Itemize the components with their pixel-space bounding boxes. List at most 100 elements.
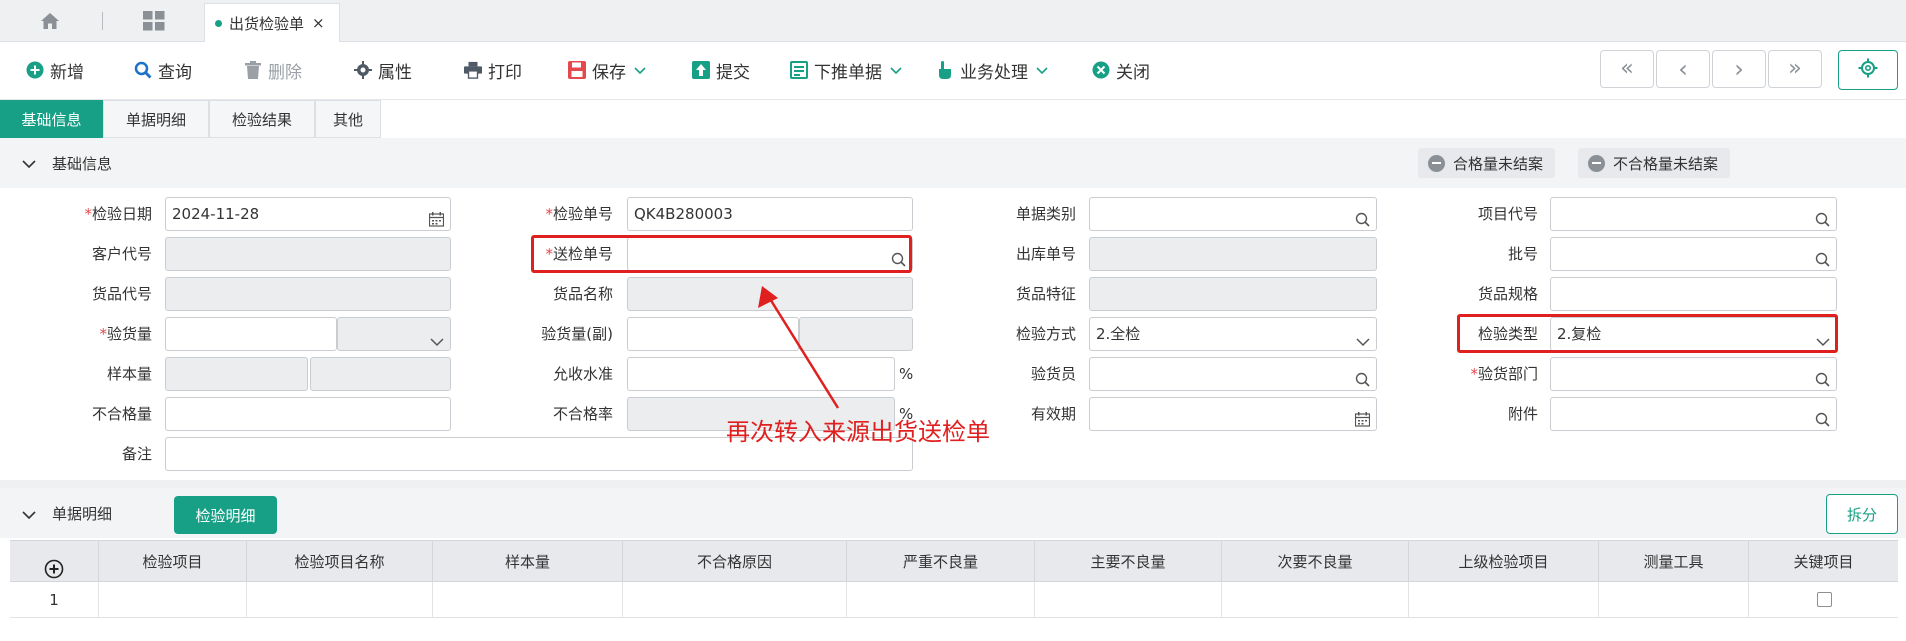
collapse-chevron-icon[interactable] [22,155,36,173]
annotation-arrow-icon [758,286,840,409]
minus-circle-icon [1428,154,1445,172]
search-icon[interactable] [1815,366,1830,390]
project-code-label: 项目代号 [1477,205,1538,223]
batch-no-field[interactable] [1550,237,1837,271]
sample-qty-field [165,357,308,391]
business-process-label: 业务处理 [960,62,1028,83]
goods-spec-field[interactable] [1550,277,1837,311]
sample-qty-label: 样本量 [106,365,152,383]
inspect-date-field[interactable]: 2024-11-28 [165,197,451,231]
gear-icon [354,61,372,79]
key-item-checkbox[interactable] [1817,592,1832,607]
valid-period-label: 有效期 [1030,405,1076,423]
unqualified-qty-field[interactable] [165,397,451,431]
save-button[interactable]: 保存 [568,56,646,84]
prev-record-button[interactable]: ‹ [1656,50,1710,88]
table-cell[interactable] [1221,582,1408,618]
accept-level-label: 允收水准 [552,365,613,383]
key-item-cell [1748,582,1898,618]
active-dot-icon [215,19,222,27]
push-down-button[interactable]: 下推单据 [790,56,902,84]
new-button[interactable]: 新增 [26,56,84,84]
inspect-method-select[interactable]: 2.全检 [1089,317,1377,351]
inspect-no-field[interactable]: QK4B280003 [627,197,913,231]
inspect-dept-field[interactable] [1550,357,1837,391]
query-button[interactable]: 查询 [134,56,192,84]
close-button[interactable]: 关闭 [1092,56,1150,84]
doc-tab-outgoing-inspection[interactable]: 出货检验单 × [204,3,340,42]
table-cell[interactable] [1598,582,1748,618]
tab-other[interactable]: 其他 [315,100,381,138]
business-process-button[interactable]: 业务处理 [936,56,1048,84]
settings-button[interactable] [1838,50,1898,90]
inspector-field[interactable] [1089,357,1377,391]
attachment-field[interactable] [1550,397,1837,431]
chevron-down-icon [430,326,444,350]
search-icon[interactable] [1355,366,1370,390]
annotation-text: 再次转入来源出货送检单 [726,418,990,446]
column-header: 严重不良量 [846,541,1034,583]
doc-tab-label: 出货检验单 [229,14,305,33]
row-index: 1 [49,591,59,609]
section-tabs: 基础信息 单据明细 检验结果 其他 [0,100,1906,138]
delete-label: 删除 [268,62,302,83]
batch-no-label: 批号 [1507,245,1538,263]
search-icon[interactable] [1815,206,1830,230]
last-record-button[interactable]: » [1768,50,1822,88]
table-cell[interactable] [622,582,846,618]
home-icon[interactable] [28,8,72,34]
next-record-button[interactable]: › [1712,50,1766,88]
table-cell[interactable] [846,582,1034,618]
search-icon[interactable] [1815,246,1830,270]
goods-code-field [165,277,451,311]
inspect-qty-field[interactable] [165,317,337,351]
hand-pointer-icon [936,61,954,79]
double-chevron-right-icon: » [1788,56,1802,81]
close-tab-icon[interactable]: × [312,14,325,32]
tab-basic-info[interactable]: 基础信息 [0,100,103,138]
trash-icon [244,61,262,79]
collapse-chevron-icon[interactable] [22,506,36,524]
delete-button[interactable]: 删除 [244,56,302,84]
table-cell[interactable] [98,582,246,618]
tab-inspection-result[interactable]: 检验结果 [209,100,315,138]
first-record-button[interactable]: « [1600,50,1654,88]
grid-apps-icon[interactable] [138,8,170,34]
table-cell[interactable] [1034,582,1221,618]
properties-button[interactable]: 属性 [354,56,412,84]
doc-type-field[interactable] [1089,197,1377,231]
customer-code-label: 客户代号 [91,245,152,263]
table-cell[interactable] [246,582,432,618]
search-icon[interactable] [1815,406,1830,430]
new-label: 新增 [50,62,84,83]
print-label: 打印 [488,62,522,83]
print-button[interactable]: 打印 [464,56,522,84]
column-header: 主要不良量 [1034,541,1221,583]
qualified-open-button[interactable]: 合格量未结案 [1418,148,1556,178]
calendar-icon[interactable] [1354,406,1371,430]
chevron-down-icon [634,60,646,80]
unqualified-open-button[interactable]: 不合格量未结案 [1578,148,1731,178]
inspection-detail-button[interactable]: 检验明细 [174,496,277,534]
table-cell[interactable] [1408,582,1598,618]
column-header: 检验项目名称 [246,541,432,583]
table-row[interactable]: 1 [10,582,1898,618]
chevron-down-icon [1356,326,1370,350]
split-button[interactable]: 拆分 [1826,494,1898,534]
table-cell[interactable] [432,582,622,618]
project-code-field[interactable] [1550,197,1837,231]
qualified-open-label: 合格量未结案 [1453,154,1544,173]
tab-document-detail[interactable]: 单据明细 [103,100,209,138]
inspect-qty-sub-label: 验货量(副) [541,325,613,343]
customer-code-field [165,237,451,271]
toolbar: 新增 查询 删除 属性 打印 保存 提交 下推单据 业务处理 关闭 « ‹ › [0,42,1906,100]
inspect-qty-unit-select[interactable] [337,317,451,351]
printer-icon [464,61,482,79]
valid-period-field[interactable] [1089,397,1377,431]
search-icon[interactable] [1355,206,1370,230]
goods-feature-field [1089,277,1377,311]
unqualified-qty-label: 不合格量 [91,405,152,423]
submit-button[interactable]: 提交 [692,56,750,84]
query-label: 查询 [158,62,192,83]
table-header: 检验项目 检验项目名称 样本量 不合格原因 严重不良量 主要不良量 次要不良量 … [10,540,1898,583]
